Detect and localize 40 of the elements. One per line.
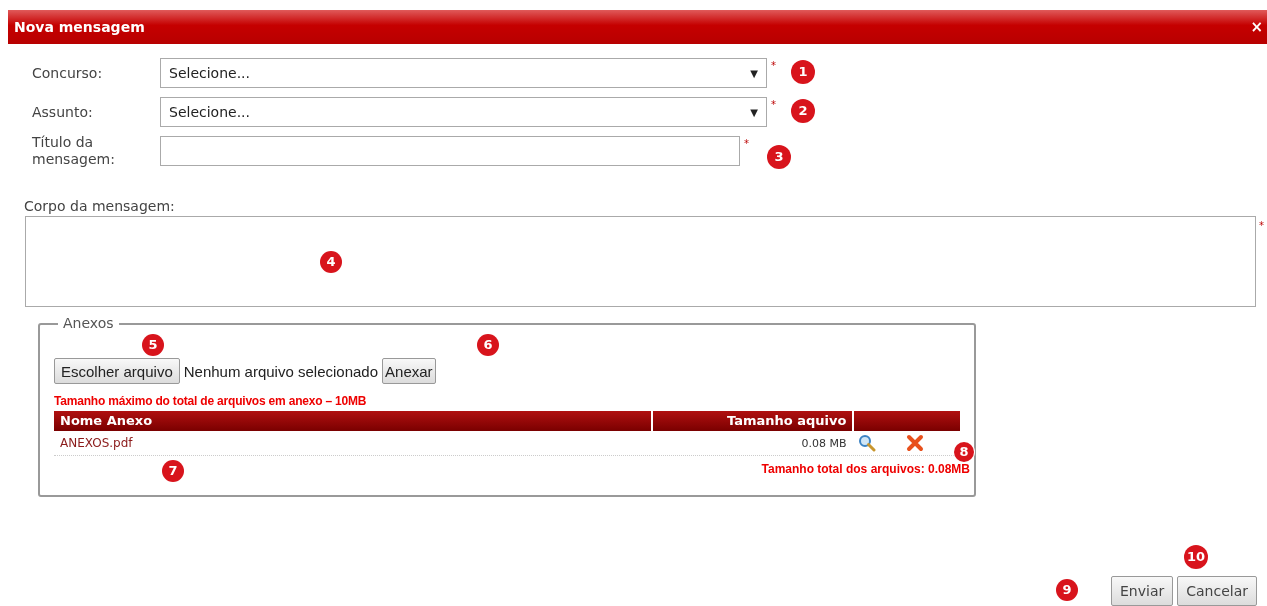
field-label: Concurso: [32,64,104,82]
table-cell: 0.08 MB [801,436,847,450]
column-header: Nome Anexo [54,411,652,431]
file-status: Nenhum arquivo selecionado [183,362,379,380]
number-badge: 2 [791,99,815,123]
required-mark: * [771,60,776,71]
number-badge: 9 [1056,579,1078,601]
dropdown[interactable]: Selecione... ▼ [160,97,767,127]
panel-legend: Anexos [58,315,119,331]
send-button[interactable]: Enviar [1111,576,1174,606]
size-limit-note: Tamanho máximo do total de arquivos em anexo – 10MB [54,394,368,408]
search-icon[interactable] [858,434,877,452]
field-label: Título da mensagem: [32,134,116,168]
delete-icon[interactable] [906,434,925,452]
file-link[interactable]: ANEXOS.pdf [60,436,133,450]
number-badge: 4 [320,251,342,273]
number-badge: 6 [477,334,499,356]
number-badge: 5 [142,334,164,356]
field-label: Corpo da mensagem: [24,198,176,214]
text-field[interactable] [160,136,740,166]
cancel-button[interactable]: Cancelar [1177,576,1257,606]
choose-file-button[interactable]: Escolher arquivo [54,358,180,384]
required-mark: * [771,99,776,110]
field-label: Assunto: [32,103,94,121]
number-badge: 3 [767,145,791,169]
message-field[interactable] [25,216,1256,307]
caret-icon: ▼ [750,106,758,118]
required-mark: * [744,138,749,149]
number-badge: 8 [954,442,974,462]
attach-button[interactable]: Anexar [382,358,436,384]
window-title: Nova mensagem [14,19,145,35]
close-button[interactable]: × [1250,18,1263,36]
required-mark: * [1259,220,1264,231]
number-badge: 10 [1184,545,1208,569]
dropdown[interactable]: Selecione... ▼ [160,58,767,88]
caret-icon: ▼ [750,67,758,79]
number-badge: 7 [162,460,184,482]
number-badge: 1 [791,60,815,84]
total-size-note: Tamanho total dos arquivos: 0.08MB [761,462,970,476]
column-header: Tamanho aquivo [653,411,853,431]
